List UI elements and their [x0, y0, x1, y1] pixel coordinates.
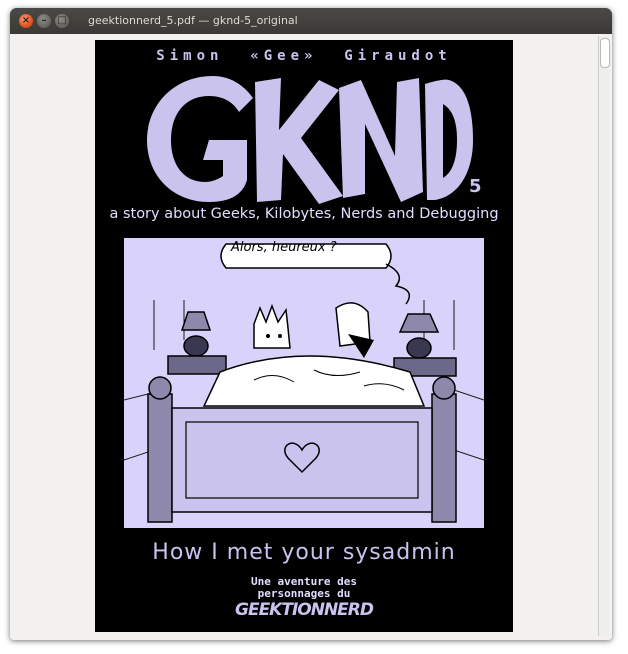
title-bar[interactable]: × – □ geektionnerd_5.pdf — gknd-5_origin…	[10, 8, 612, 34]
pdf-viewer-window: × – □ geektionnerd_5.pdf — gknd-5_origin…	[10, 8, 612, 640]
close-window-button[interactable]: ×	[19, 14, 33, 28]
window-title: geektionnerd_5.pdf — gknd-5_original	[88, 14, 298, 27]
credit-line-2: personnages du	[257, 587, 351, 600]
pdf-page: Simon «Gee» Giraudot 5 a story about Gee…	[95, 40, 513, 632]
gknd-logo	[147, 76, 473, 204]
geektionnerd-brand: GEEKTIONNERD	[235, 600, 374, 620]
cover-illustration	[124, 238, 484, 528]
document-view[interactable]: Simon «Gee» Giraudot 5 a story about Gee…	[10, 34, 612, 640]
cover-credit: Une aventure des personnages du	[95, 576, 513, 600]
maximize-window-button[interactable]: □	[55, 14, 69, 28]
speech-bubble-text: Alors, heureux ?	[231, 240, 337, 255]
issue-number: 5	[469, 176, 482, 197]
cover-author: Simon «Gee» Giraudot	[156, 48, 452, 64]
cover-tagline: a story about Geeks, Kilobytes, Nerds an…	[109, 206, 499, 222]
vertical-scrollbar[interactable]	[598, 36, 610, 636]
cover-subtitle: How I met your sysadmin	[152, 540, 456, 565]
minimize-window-button[interactable]: –	[37, 14, 51, 28]
scrollbar-thumb[interactable]	[600, 38, 610, 68]
